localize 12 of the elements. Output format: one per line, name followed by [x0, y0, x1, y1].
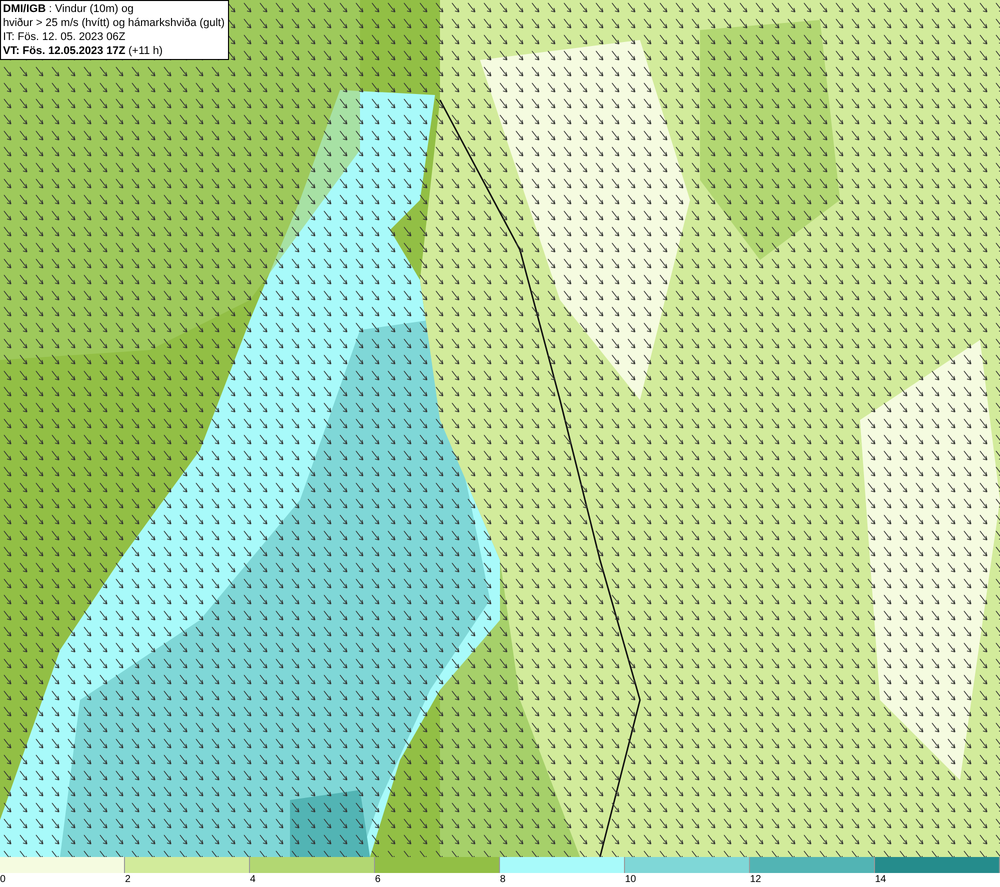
- info-text: IT: Fös. 12. 05. 2023 06Z: [3, 30, 126, 44]
- legend-tick-label: 12: [750, 873, 762, 887]
- legend-tick-label: 8: [500, 873, 506, 887]
- legend-tick-label: 10: [625, 873, 636, 887]
- info-text: DMI/IGB : Vindur (10m) og: [3, 2, 135, 16]
- legend-tick-label: 4: [250, 873, 256, 887]
- legend-tick-label: 0: [0, 873, 6, 887]
- legend-tick-label: 2: [125, 873, 131, 887]
- info-text: VT: Fös. 12.05.2023 17Z (+11 h): [3, 44, 164, 58]
- info-text: hviður > 25 m/s (hvítt) og hámarkshviða (gult): [3, 16, 226, 30]
- legend-tick-label: 6: [375, 873, 381, 887]
- legend-tick-label: 14: [875, 873, 886, 887]
